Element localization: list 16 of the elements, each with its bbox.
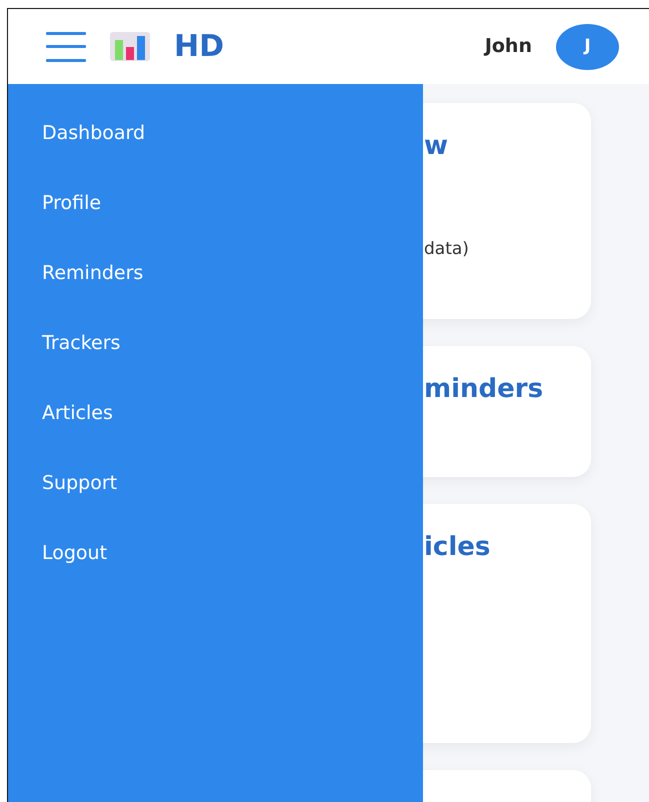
card-title: minders bbox=[424, 374, 544, 406]
user-avatar[interactable]: J bbox=[556, 24, 619, 70]
menu-item[interactable]: Dashboard bbox=[42, 110, 423, 180]
card-title: icles bbox=[424, 532, 492, 564]
bar-chart-icon bbox=[110, 32, 150, 61]
menu-item[interactable]: Reminders bbox=[42, 250, 423, 320]
user-name: John bbox=[484, 34, 532, 60]
menu-icon[interactable] bbox=[46, 32, 86, 62]
menu-item[interactable]: Support bbox=[42, 460, 423, 530]
menu-item[interactable]: Profile bbox=[42, 180, 423, 250]
card-text: data) bbox=[424, 238, 470, 262]
card-title: w bbox=[424, 131, 450, 162]
brand-name: HD bbox=[174, 28, 224, 66]
menu-item[interactable]: Trackers bbox=[42, 320, 423, 390]
menu-item[interactable]: Articles bbox=[42, 390, 423, 460]
menu-item[interactable]: Logout bbox=[42, 530, 423, 600]
